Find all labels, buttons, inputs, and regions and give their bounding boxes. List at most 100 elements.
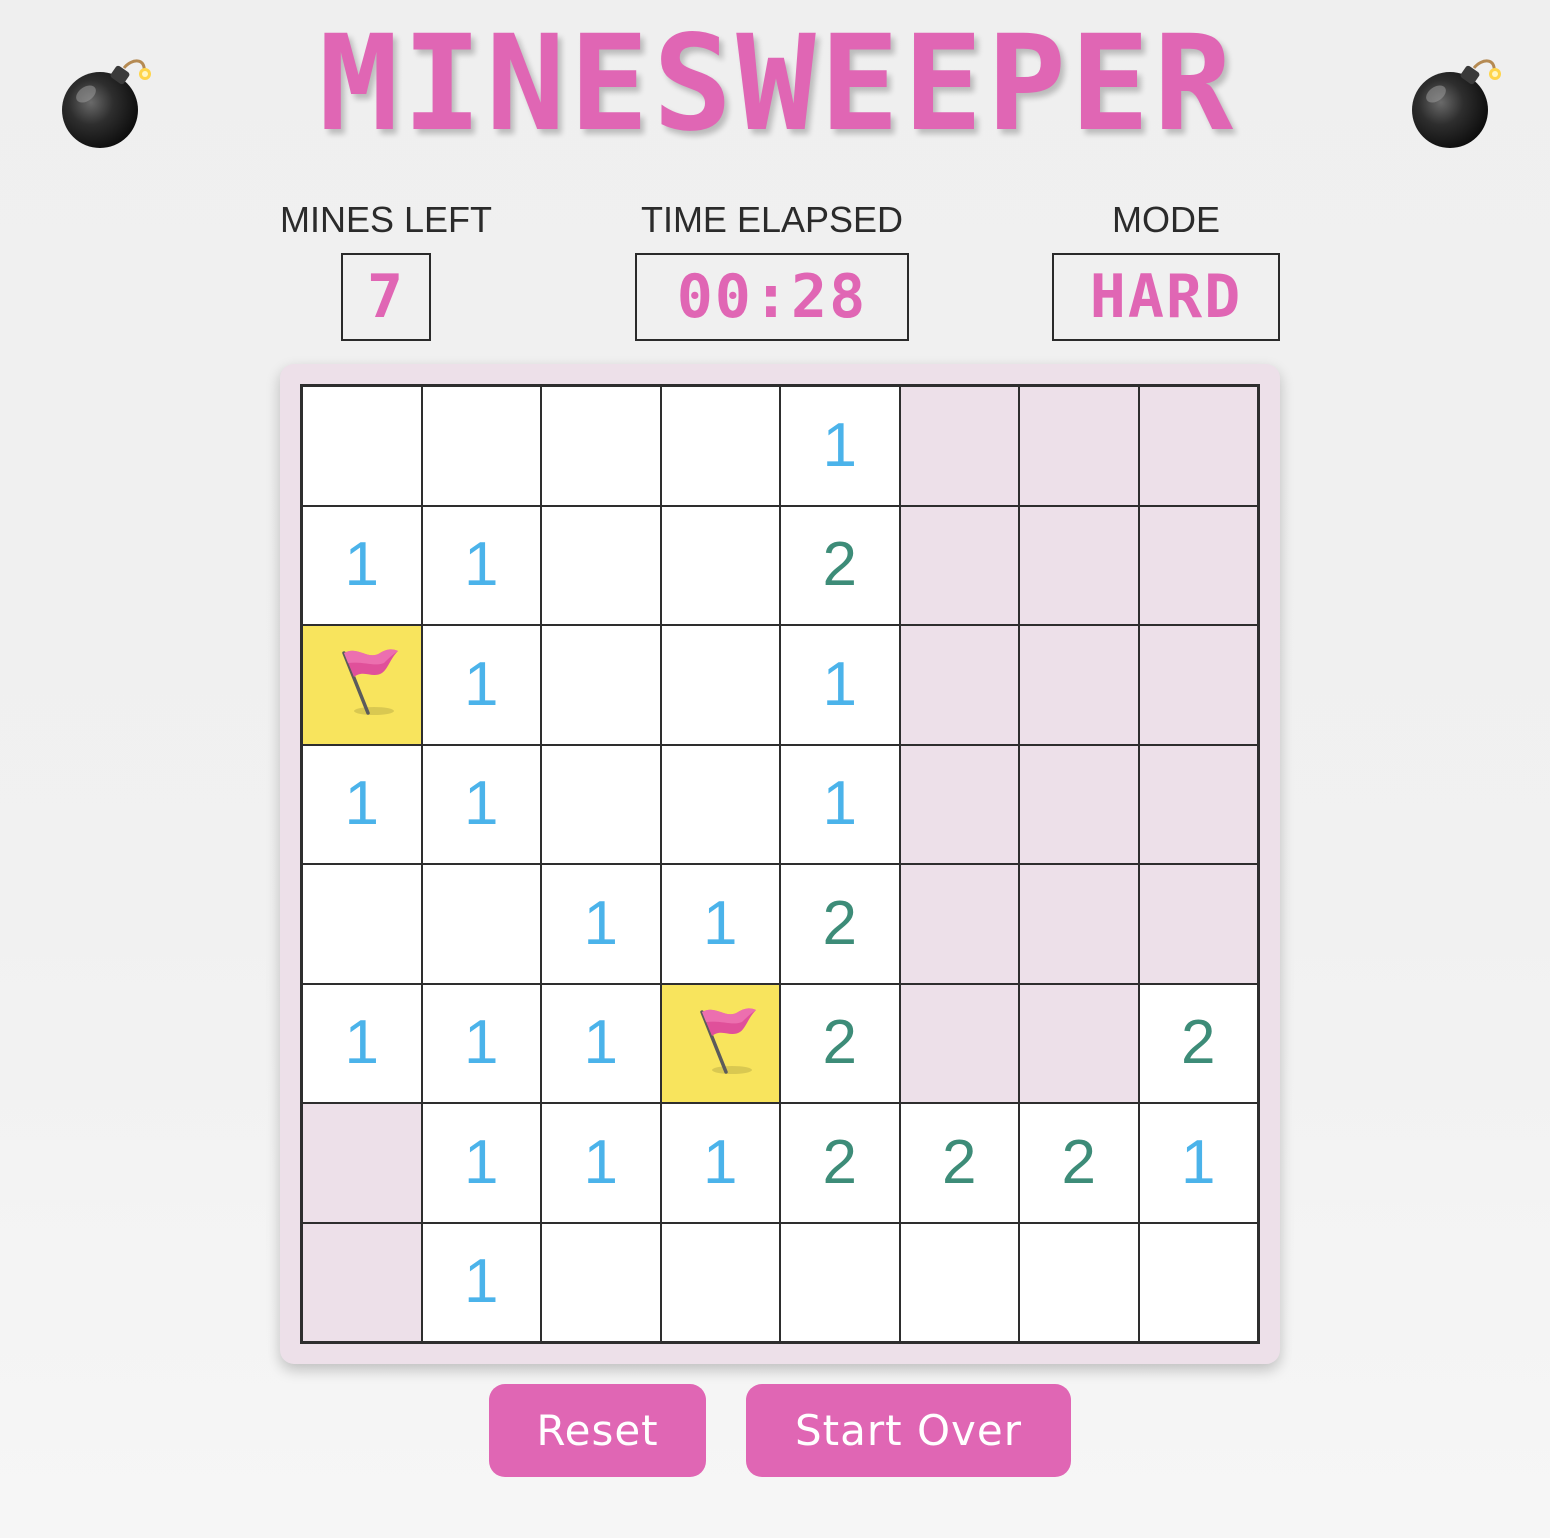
revealed-number-cell[interactable]: 1 — [541, 1103, 661, 1223]
time-elapsed-label: TIME ELAPSED — [640, 199, 904, 240]
revealed-empty-cell[interactable] — [541, 386, 661, 506]
cell-number: 1 — [822, 649, 857, 719]
hidden-cell[interactable] — [899, 386, 1019, 506]
revealed-number-cell[interactable]: 1 — [421, 505, 541, 625]
revealed-number-cell[interactable]: 2 — [899, 1103, 1019, 1223]
cell-number: 1 — [703, 1127, 738, 1197]
revealed-empty-cell[interactable] — [780, 1222, 900, 1342]
cell-number: 2 — [822, 888, 857, 958]
revealed-empty-cell[interactable] — [302, 864, 422, 984]
flagged-cell[interactable] — [660, 983, 780, 1103]
hidden-cell[interactable] — [1138, 505, 1258, 625]
revealed-number-cell[interactable]: 2 — [780, 505, 900, 625]
revealed-empty-cell[interactable] — [421, 386, 541, 506]
revealed-empty-cell[interactable] — [541, 625, 661, 745]
revealed-empty-cell[interactable] — [541, 744, 661, 864]
revealed-number-cell[interactable]: 1 — [780, 386, 900, 506]
bomb-icon — [1404, 52, 1504, 152]
revealed-empty-cell[interactable] — [421, 864, 541, 984]
revealed-number-cell[interactable]: 2 — [780, 864, 900, 984]
bomb-icon — [54, 52, 154, 152]
hidden-cell[interactable] — [1138, 744, 1258, 864]
revealed-number-cell[interactable]: 1 — [302, 505, 422, 625]
cell-number: 1 — [344, 530, 379, 600]
cell-number: 1 — [583, 1008, 618, 1078]
cell-number: 2 — [822, 1008, 857, 1078]
cell-number: 1 — [344, 769, 379, 839]
cell-number: 2 — [942, 1127, 977, 1197]
hidden-cell[interactable] — [1019, 864, 1139, 984]
hidden-cell[interactable] — [1138, 864, 1258, 984]
cell-number: 1 — [464, 1127, 499, 1197]
revealed-number-cell[interactable]: 1 — [421, 1222, 541, 1342]
hidden-cell[interactable] — [899, 983, 1019, 1103]
cell-number: 1 — [464, 1247, 499, 1317]
cell-number: 1 — [464, 530, 499, 600]
revealed-number-cell[interactable]: 1 — [541, 864, 661, 984]
revealed-number-cell[interactable]: 1 — [421, 625, 541, 745]
revealed-empty-cell[interactable] — [302, 386, 422, 506]
revealed-number-cell[interactable]: 1 — [302, 744, 422, 864]
revealed-empty-cell[interactable] — [660, 1222, 780, 1342]
cell-number: 1 — [464, 1008, 499, 1078]
mines-left-counter: 7 — [341, 253, 431, 341]
start-over-button[interactable]: Start Over — [746, 1384, 1071, 1477]
revealed-number-cell[interactable]: 2 — [1019, 1103, 1139, 1223]
revealed-number-cell[interactable]: 1 — [302, 983, 422, 1103]
hidden-cell[interactable] — [1019, 983, 1139, 1103]
hidden-cell[interactable] — [899, 505, 1019, 625]
revealed-number-cell[interactable]: 2 — [780, 1103, 900, 1223]
revealed-empty-cell[interactable] — [660, 625, 780, 745]
revealed-empty-cell[interactable] — [541, 1222, 661, 1342]
hidden-cell[interactable] — [1019, 386, 1139, 506]
cell-number: 1 — [464, 649, 499, 719]
time-elapsed-counter: 00:28 — [635, 253, 909, 341]
hidden-cell[interactable] — [1019, 625, 1139, 745]
revealed-empty-cell[interactable] — [1019, 1222, 1139, 1342]
flagged-cell[interactable] — [302, 625, 422, 745]
revealed-empty-cell[interactable] — [541, 505, 661, 625]
cell-number: 1 — [583, 888, 618, 958]
reset-button[interactable]: Reset — [489, 1384, 706, 1477]
hidden-cell[interactable] — [899, 744, 1019, 864]
cell-number: 1 — [822, 769, 857, 839]
revealed-empty-cell[interactable] — [899, 1222, 1019, 1342]
cell-number: 2 — [822, 1127, 857, 1197]
hidden-cell[interactable] — [302, 1222, 422, 1342]
cell-number: 2 — [1061, 1127, 1096, 1197]
hidden-cell[interactable] — [899, 864, 1019, 984]
cell-number: 1 — [583, 1127, 618, 1197]
header: MINESWEEPER — [0, 0, 1550, 170]
revealed-number-cell[interactable]: 1 — [660, 864, 780, 984]
revealed-empty-cell[interactable] — [1138, 1222, 1258, 1342]
cell-number: 1 — [1181, 1127, 1216, 1197]
revealed-number-cell[interactable]: 1 — [421, 1103, 541, 1223]
cell-number: 1 — [344, 1008, 379, 1078]
mines-left-label: MINES LEFT — [279, 199, 493, 240]
revealed-number-cell[interactable]: 1 — [780, 744, 900, 864]
revealed-number-cell[interactable]: 1 — [660, 1103, 780, 1223]
revealed-number-cell[interactable]: 2 — [780, 983, 900, 1103]
hidden-cell[interactable] — [1138, 625, 1258, 745]
revealed-empty-cell[interactable] — [660, 744, 780, 864]
revealed-empty-cell[interactable] — [660, 505, 780, 625]
revealed-number-cell[interactable]: 1 — [541, 983, 661, 1103]
flag-icon — [680, 998, 760, 1089]
hidden-cell[interactable] — [1019, 744, 1139, 864]
minefield-grid: 1 1 1 2 1 1 1 1 1 1 1 2 1 1 1 2 2 1 1 1 2 2 2 1 1 — [300, 384, 1260, 1344]
revealed-number-cell[interactable]: 1 — [780, 625, 900, 745]
flag-icon — [322, 639, 402, 730]
revealed-empty-cell[interactable] — [660, 386, 780, 506]
hidden-cell[interactable] — [302, 1103, 422, 1223]
revealed-number-cell[interactable]: 1 — [421, 744, 541, 864]
revealed-number-cell[interactable]: 1 — [1138, 1103, 1258, 1223]
hidden-cell[interactable] — [1019, 505, 1139, 625]
hidden-cell[interactable] — [1138, 386, 1258, 506]
cell-number: 2 — [822, 530, 857, 600]
cell-number: 2 — [1181, 1008, 1216, 1078]
revealed-number-cell[interactable]: 2 — [1138, 983, 1258, 1103]
cell-number: 1 — [464, 769, 499, 839]
revealed-number-cell[interactable]: 1 — [421, 983, 541, 1103]
mode-value: HARD — [1052, 253, 1280, 341]
hidden-cell[interactable] — [899, 625, 1019, 745]
